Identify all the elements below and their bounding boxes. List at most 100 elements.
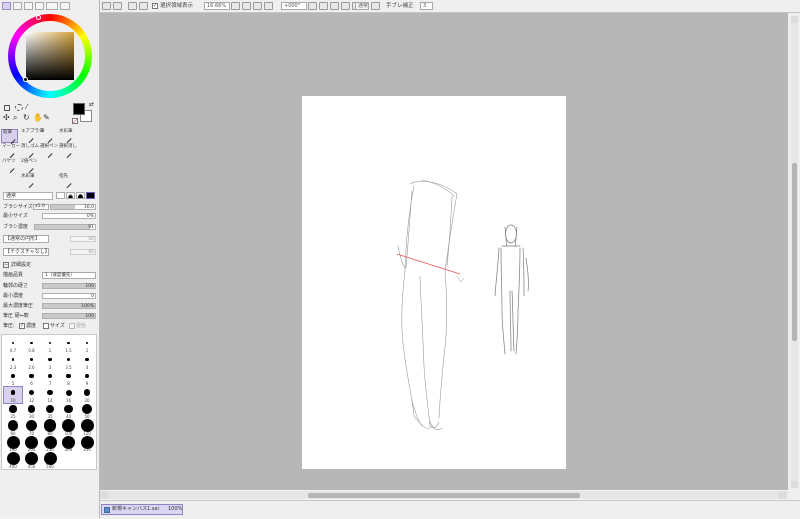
blend-mode-select[interactable]: 通常 xyxy=(355,2,369,10)
zoom-icon[interactable]: ⌕ xyxy=(13,114,17,122)
horizontal-scroll-right[interactable] xyxy=(778,491,786,499)
brush-size-preset[interactable]: 30 xyxy=(23,403,41,419)
tool-slot-0-3[interactable]: 水彩筆 xyxy=(58,129,75,144)
pressure-slider[interactable]: 100 xyxy=(42,313,96,319)
swatch-tab[interactable] xyxy=(35,2,44,10)
brush-size-preset[interactable]: 3 xyxy=(41,354,59,370)
deselect-button[interactable] xyxy=(128,2,137,10)
brush-size-preset[interactable]: 6 xyxy=(23,370,41,386)
tool-slot-1-4[interactable] xyxy=(77,144,94,158)
brush-size-preset[interactable]: 12 xyxy=(23,387,41,403)
min-size-slider[interactable]: 0% xyxy=(42,213,96,219)
rgb-slider-tab[interactable] xyxy=(13,2,22,10)
invert-selection-button[interactable] xyxy=(139,2,148,10)
blend-mode-dropdown[interactable] xyxy=(371,2,380,10)
zoom-field[interactable]: 16.66% xyxy=(204,2,230,10)
brush-size-preset[interactable]: 50 xyxy=(78,403,96,419)
brush-size-preset[interactable]: 14 xyxy=(41,387,59,403)
rect-select-icon[interactable] xyxy=(4,105,10,111)
tool-slot-3-4[interactable] xyxy=(77,174,94,188)
canvas-paper[interactable] xyxy=(302,96,566,469)
document-tab[interactable]: 新規キャンバス1.sai 100% xyxy=(101,504,183,515)
tool-slot-0-0[interactable]: 鉛筆 xyxy=(1,129,18,145)
brush-tip-flat[interactable] xyxy=(56,192,65,199)
tool-slot-3-3[interactable]: 指先 xyxy=(58,174,75,189)
tool-slot-3-0[interactable] xyxy=(1,174,18,188)
brush-size-multiplier[interactable]: x1.0 xyxy=(33,204,49,210)
brush-size-preset[interactable]: 160 xyxy=(4,435,22,452)
color-wheel[interactable] xyxy=(8,14,92,98)
brush-size-preset[interactable]: 0.7 xyxy=(4,337,22,353)
lasso-icon[interactable] xyxy=(15,104,23,111)
tool-slot-1-2[interactable]: 選択ペン xyxy=(39,144,58,159)
brush-size-preset[interactable]: 8 xyxy=(60,370,78,386)
brush-size-preset[interactable]: 2.6 xyxy=(23,354,41,370)
tool-slot-1-1[interactable]: 消しゴム xyxy=(20,144,39,159)
blend-checkbox[interactable] xyxy=(69,323,75,329)
edge-hardness-slider[interactable]: 100 xyxy=(42,283,96,289)
redo-button[interactable] xyxy=(113,2,122,10)
size-checkbox[interactable] xyxy=(43,323,49,329)
brush-size-preset[interactable]: 300 xyxy=(60,435,78,452)
brush-size-preset[interactable]: 80 xyxy=(41,419,59,436)
hue-marker[interactable] xyxy=(36,15,41,20)
canvas-viewport[interactable] xyxy=(100,13,788,490)
tool-slot-2-0[interactable]: バケツ xyxy=(1,159,18,174)
tool-slot-3-2[interactable] xyxy=(39,174,56,188)
brush-size-preset[interactable]: 20 xyxy=(78,387,96,403)
tool-slot-1-0[interactable]: マーカー xyxy=(1,144,20,159)
hsv-slider-tab[interactable] xyxy=(24,2,33,10)
brush-size-preset[interactable]: 250 xyxy=(41,435,59,452)
tool-slot-2-1[interactable]: 2値ペン xyxy=(20,159,37,174)
selection-display-checkbox[interactable]: ✓ xyxy=(152,3,158,9)
rotation-reset-button[interactable] xyxy=(341,2,350,10)
color-wheel-tab[interactable] xyxy=(2,2,11,10)
brush-size-preset[interactable]: 2 xyxy=(78,337,96,353)
brush-size-preset[interactable]: 7 xyxy=(41,370,59,386)
brush-size-slider[interactable]: 16.0 xyxy=(50,204,96,210)
foreground-color-swatch[interactable] xyxy=(73,103,85,115)
brush-mode-select[interactable]: 通常 xyxy=(3,192,53,200)
brush-size-preset[interactable]: 100 xyxy=(60,419,78,436)
tool-slot-0-2[interactable]: 筆 xyxy=(39,129,56,144)
max-density-pressure-slider[interactable]: 100% xyxy=(42,303,96,309)
vertical-scroll-up[interactable] xyxy=(791,16,798,23)
stabilizer-select[interactable]: 3 xyxy=(420,2,433,10)
tool-slot-3-1[interactable]: 水彩筆 xyxy=(20,174,37,189)
brush-size-preset[interactable]: 3.5 xyxy=(60,354,78,370)
brush-size-preset[interactable]: 450 xyxy=(23,452,41,469)
zoom-out-button[interactable] xyxy=(242,2,251,10)
brush-size-preset[interactable]: 120 xyxy=(78,419,96,436)
brush-size-preset[interactable]: 16 xyxy=(60,387,78,403)
brush-texture-select[interactable]: 【テクスチャなし】 xyxy=(3,248,50,256)
saturation-value-square[interactable] xyxy=(26,32,74,80)
tool-slot-2-3[interactable] xyxy=(58,159,75,173)
rotation-field[interactable]: +000° xyxy=(281,2,307,10)
brush-size-preset[interactable]: 9 xyxy=(78,370,96,386)
brush-size-preset[interactable]: 60 xyxy=(4,420,22,436)
brush-shape-select[interactable]: 【通常の円形】 xyxy=(3,235,49,243)
brush-tip-soft[interactable] xyxy=(66,192,75,199)
tool-slot-2-2[interactable] xyxy=(39,159,56,173)
palette-tab[interactable] xyxy=(46,2,58,10)
transparent-color-icon[interactable] xyxy=(72,118,78,124)
brush-size-preset[interactable]: 350 xyxy=(78,435,96,452)
scratchpad-tab[interactable] xyxy=(60,2,70,10)
vertical-scrollbar[interactable] xyxy=(791,16,798,488)
density-checkbox[interactable]: ✓ xyxy=(19,323,25,329)
magic-wand-icon[interactable]: ⁄ xyxy=(26,104,27,111)
density-slider[interactable]: 91 xyxy=(34,224,96,230)
eyedropper-icon[interactable]: ✎ xyxy=(43,114,50,122)
brush-size-preset[interactable]: 10 xyxy=(3,385,23,404)
rotate-right-button[interactable] xyxy=(330,2,339,10)
brush-size-preset[interactable]: 2.3 xyxy=(4,354,22,370)
brush-size-preset[interactable]: 1.5 xyxy=(60,337,78,353)
zoom-reset-button[interactable] xyxy=(264,2,273,10)
rotate-left-button[interactable] xyxy=(319,2,328,10)
undo-button[interactable] xyxy=(102,2,111,10)
tool-slot-0-4[interactable] xyxy=(77,129,94,143)
zoom-in-button[interactable] xyxy=(253,2,262,10)
tool-slot-2-4[interactable] xyxy=(77,159,94,173)
brush-shape-slider[interactable]: 50 xyxy=(70,236,96,242)
rotation-menu-button[interactable] xyxy=(308,2,317,10)
